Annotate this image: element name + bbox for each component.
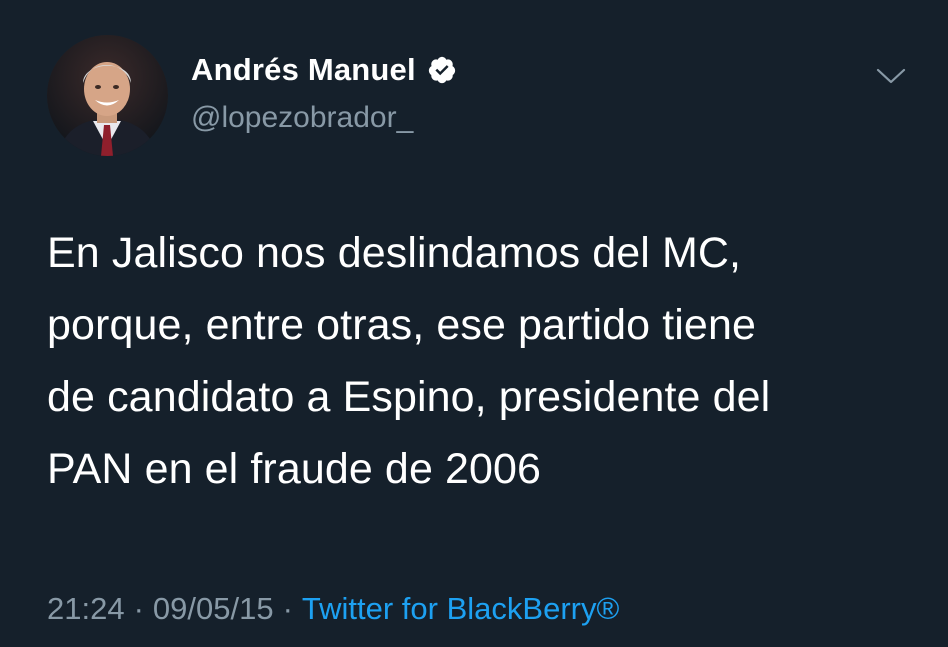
tweet-card: Andrés Manuel @lopezobrador_ En Jalisco …: [0, 0, 948, 647]
avatar-image: [47, 35, 168, 156]
tweet-menu-button[interactable]: [874, 62, 908, 90]
author-name-row[interactable]: Andrés Manuel: [191, 52, 457, 88]
meta-separator: ·: [282, 591, 293, 626]
tweet-time[interactable]: 21:24: [47, 591, 125, 627]
tweet-text: En Jalisco nos deslindamos del MC, porqu…: [47, 229, 771, 493]
tweet-date[interactable]: 09/05/15: [153, 591, 274, 627]
chevron-down-icon: [876, 68, 906, 84]
meta-separator: ·: [133, 591, 144, 626]
tweet-metadata: 21:24 · 09/05/15 · Twitter for BlackBerr…: [47, 591, 619, 627]
author-avatar[interactable]: [47, 35, 168, 156]
author-display-name[interactable]: Andrés Manuel: [191, 52, 416, 88]
tweet-source-link[interactable]: Twitter for BlackBerry®: [302, 591, 619, 627]
author-handle[interactable]: @lopezobrador_: [191, 101, 413, 135]
verified-badge-icon: [427, 55, 457, 85]
